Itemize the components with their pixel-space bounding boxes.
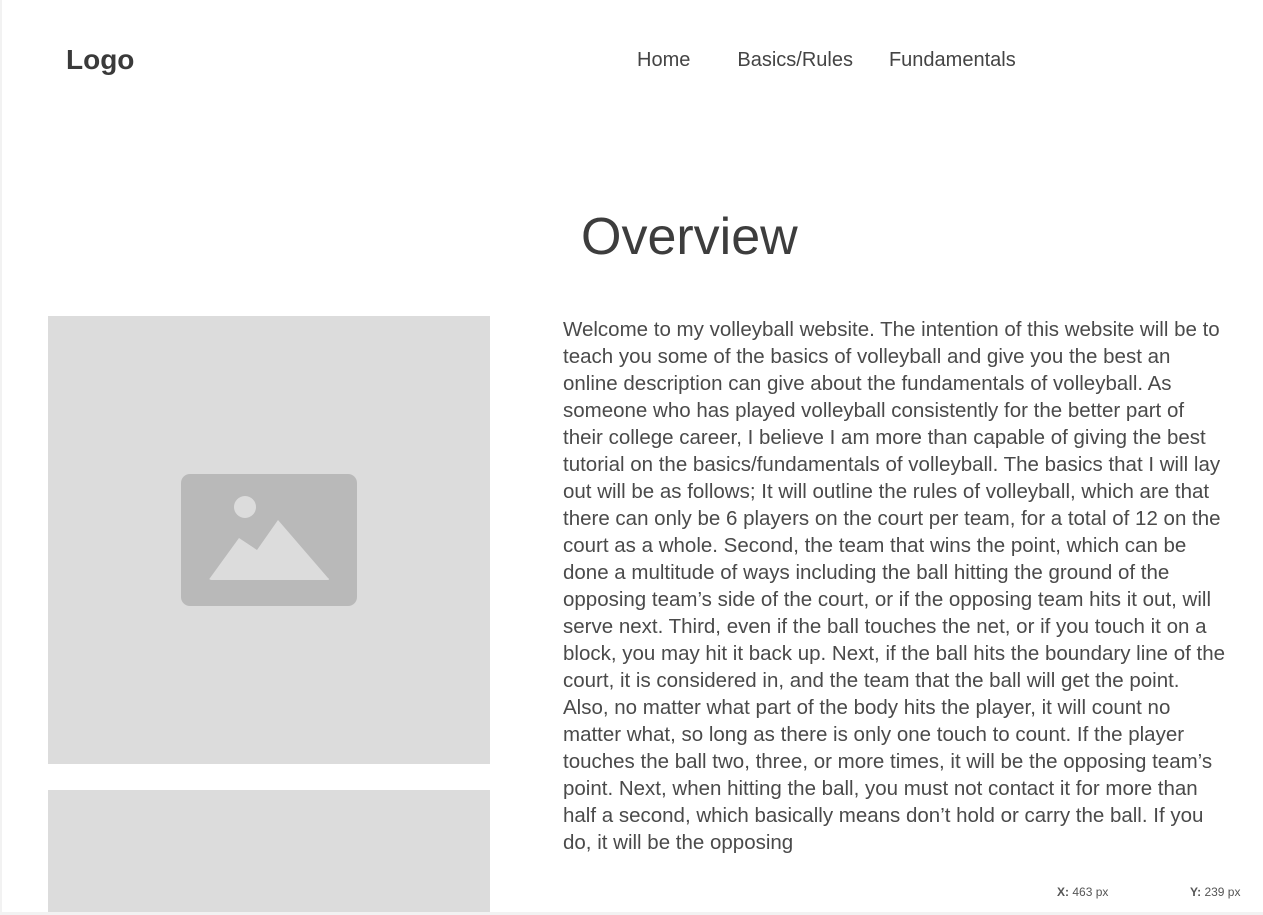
logo[interactable]: Logo bbox=[66, 44, 134, 76]
nav-fundamentals-link[interactable]: Fundamentals bbox=[889, 49, 1016, 71]
image-placeholder-icon bbox=[181, 474, 357, 606]
x-label: X: bbox=[1057, 885, 1069, 899]
overview-text: Welcome to my volleyball website. The in… bbox=[563, 318, 1226, 854]
x-coordinate-readout: X: 463 px bbox=[1057, 885, 1108, 899]
page: Logo Home Basics/Rules Fundamentals Over… bbox=[2, 0, 1263, 912]
nav-basics-rules-link[interactable]: Basics/Rules bbox=[737, 49, 853, 71]
y-label: Y: bbox=[1190, 885, 1202, 899]
page-title: Overview bbox=[581, 208, 798, 266]
y-coordinate-readout: Y: 239 px bbox=[1190, 885, 1240, 899]
x-value: 463 px bbox=[1072, 885, 1109, 899]
main-nav: Home Basics/Rules Fundamentals bbox=[637, 49, 1016, 71]
image-placeholder bbox=[48, 316, 490, 764]
image-placeholder-2 bbox=[48, 790, 490, 912]
y-value: 239 px bbox=[1204, 885, 1241, 899]
nav-home-link[interactable]: Home bbox=[637, 49, 690, 71]
